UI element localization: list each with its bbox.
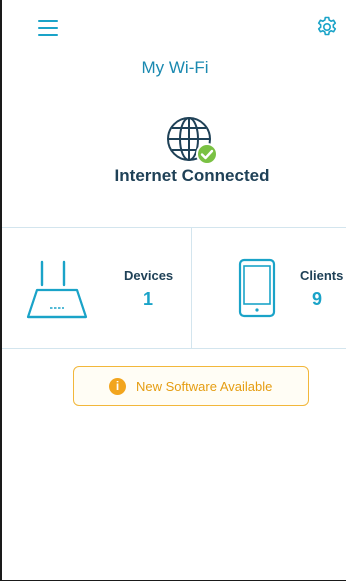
internet-status-text: Internet Connected bbox=[114, 166, 270, 185]
clients-card[interactable]: Clients 9 bbox=[192, 228, 346, 348]
new-software-button[interactable]: i New Software Available bbox=[73, 366, 309, 406]
page-title: My Wi-Fi bbox=[141, 58, 209, 77]
menu-button[interactable] bbox=[38, 18, 60, 38]
stats-panel: Devices 1 Clients 9 bbox=[2, 227, 346, 349]
new-software-label: New Software Available bbox=[136, 379, 273, 394]
menu-icon-bar bbox=[38, 34, 58, 36]
app-screen: My Wi-Fi Internet Connected Devices 1 Cl… bbox=[0, 0, 346, 581]
router-icon bbox=[26, 260, 88, 319]
info-icon: i bbox=[109, 378, 126, 395]
devices-label: Devices bbox=[124, 268, 174, 283]
globe-icon bbox=[167, 117, 218, 165]
clients-count: 9 bbox=[312, 289, 323, 309]
menu-icon-bar bbox=[38, 27, 58, 29]
check-icon bbox=[196, 143, 218, 165]
devices-count: 1 bbox=[143, 289, 154, 309]
devices-card[interactable]: Devices 1 bbox=[2, 228, 191, 348]
menu-icon-bar bbox=[38, 20, 58, 22]
clients-label: Clients bbox=[300, 268, 344, 283]
gear-icon bbox=[317, 16, 337, 36]
phone-icon bbox=[238, 258, 276, 318]
settings-button[interactable] bbox=[315, 15, 339, 39]
